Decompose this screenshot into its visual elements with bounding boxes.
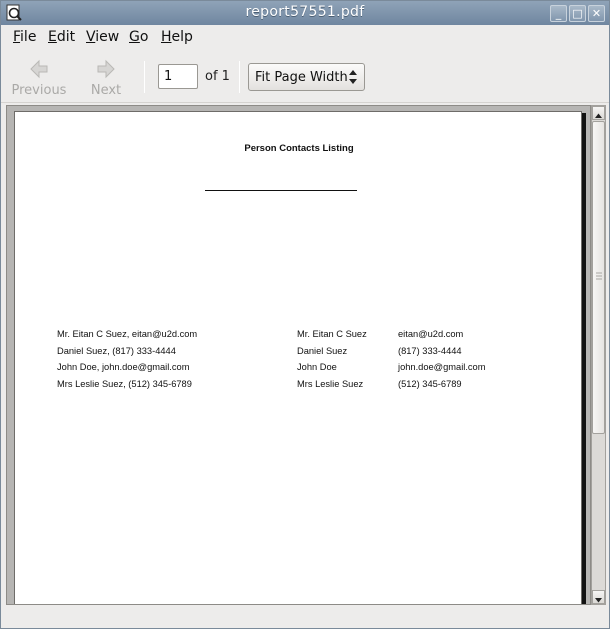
minimize-button[interactable]: _ xyxy=(550,5,567,22)
updown-arrows-icon xyxy=(349,70,357,84)
arrow-up-icon xyxy=(30,59,48,79)
menu-view[interactable]: View xyxy=(86,29,119,45)
status-bar xyxy=(1,607,609,628)
vertical-scrollbar[interactable] xyxy=(591,105,606,605)
title-bar[interactable]: report57551.pdf _ □ ✕ xyxy=(1,1,609,25)
window-title: report57551.pdf xyxy=(245,4,365,20)
menu-help-label: elp xyxy=(171,29,193,45)
page-number-input[interactable] xyxy=(158,64,198,89)
menu-view-mnemonic: V xyxy=(86,29,96,45)
page-count-label: of 1 xyxy=(205,69,230,84)
toolbar-separator xyxy=(239,61,240,93)
arrow-down-icon xyxy=(97,59,115,79)
scroll-thumb[interactable] xyxy=(592,121,605,434)
table-cell-name: Daniel Suez xyxy=(297,346,348,356)
app-window: report57551.pdf _ □ ✕ File Edit View Go … xyxy=(0,0,610,629)
table-cell-contact: (817) 333-4444 xyxy=(398,346,462,356)
menu-bar: File Edit View Go Help xyxy=(1,26,609,49)
arrow-down-icon xyxy=(595,598,602,603)
previous-label: Previous xyxy=(11,83,67,98)
menu-file-mnemonic: F xyxy=(13,29,21,45)
zoom-value: Fit Page Width xyxy=(255,70,348,85)
menu-view-label: iew xyxy=(95,29,120,45)
list-item: Mr. Eitan C Suez, eitan@u2d.com xyxy=(57,329,198,339)
list-item: John Doe, john.doe@gmail.com xyxy=(57,362,190,372)
menu-edit[interactable]: Edit xyxy=(48,29,75,45)
close-button[interactable]: ✕ xyxy=(588,5,605,22)
list-item: Mrs Leslie Suez, (512) 345-6789 xyxy=(57,379,192,389)
menu-file-label: ile xyxy=(20,29,37,45)
table-cell-name: Mrs Leslie Suez xyxy=(297,379,364,389)
table-cell-contact: john.doe@gmail.com xyxy=(398,362,486,372)
pdf-page: Person Contacts Listing Mr. Eitan C Suez… xyxy=(14,111,582,604)
scroll-up-button[interactable] xyxy=(592,106,605,120)
table-cell-name: Mr. Eitan C Suez xyxy=(297,329,367,339)
menu-help-mnemonic: H xyxy=(161,29,172,45)
table-cell-contact: eitan@u2d.com xyxy=(398,329,464,339)
title-underline xyxy=(205,190,357,191)
zoom-select[interactable]: Fit Page Width xyxy=(248,63,365,91)
scroll-down-button[interactable] xyxy=(592,590,605,604)
document-title: Person Contacts Listing xyxy=(244,143,354,154)
table-cell-name: John Doe xyxy=(297,362,337,372)
next-label: Next xyxy=(90,83,122,98)
menu-go-label: o xyxy=(139,29,149,45)
menu-go[interactable]: Go xyxy=(129,29,148,45)
page-shadow xyxy=(582,113,586,604)
menu-file[interactable]: File xyxy=(13,29,36,45)
table-cell-contact: (512) 345-6789 xyxy=(398,379,462,389)
menu-edit-mnemonic: E xyxy=(48,29,57,45)
next-page-button[interactable]: Next xyxy=(76,57,136,101)
previous-page-button[interactable]: Previous xyxy=(9,57,69,101)
list-item: Daniel Suez, (817) 333-4444 xyxy=(57,346,176,356)
menu-edit-label: dit xyxy=(56,29,76,45)
grip-icon xyxy=(596,272,602,280)
document-viewport[interactable]: Person Contacts Listing Mr. Eitan C Suez… xyxy=(6,105,591,605)
toolbar-separator xyxy=(144,61,145,93)
menu-help[interactable]: Help xyxy=(161,29,193,45)
maximize-button[interactable]: □ xyxy=(569,5,586,22)
menu-go-mnemonic: G xyxy=(129,29,140,45)
